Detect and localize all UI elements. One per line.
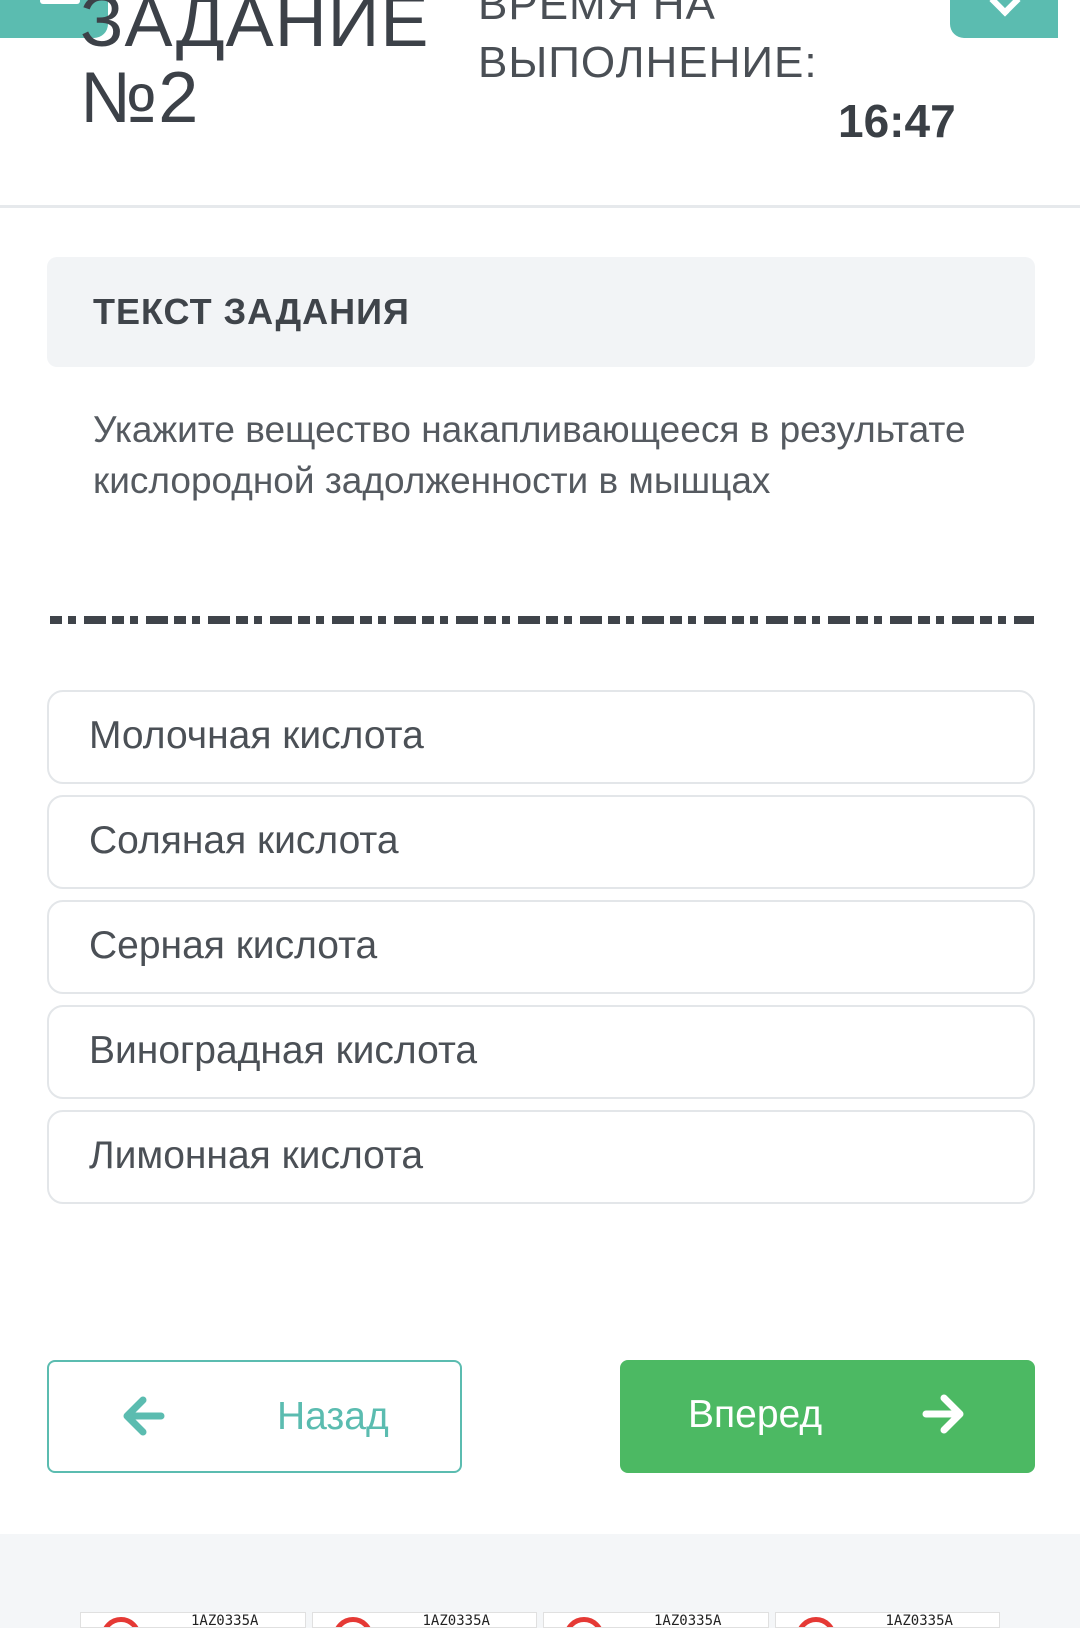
next-button-label: Вперед bbox=[688, 1393, 823, 1436]
time-label-line2: ВЫПОЛНЕНИЕ: bbox=[478, 38, 818, 87]
answer-option[interactable]: Лимонная кислота bbox=[47, 1110, 1035, 1204]
back-button[interactable]: Назад bbox=[47, 1360, 462, 1473]
task-card: ЗАДАНИЕ №2 ВРЕМЯ НА ВЫПОЛНЕНИЕ: 16:47 ТЕ… bbox=[0, 0, 1080, 1534]
task-text-section: ТЕКСТ ЗАДАНИЯ bbox=[47, 257, 1035, 367]
answer-option[interactable]: Серная кислота bbox=[47, 900, 1035, 994]
answer-option-label: Виноградная кислота bbox=[89, 1029, 478, 1072]
ad-code: 1AZ0335A bbox=[885, 1613, 953, 1628]
answer-option-label: Соляная кислота bbox=[89, 819, 399, 862]
task-title: ЗАДАНИЕ №2 bbox=[80, 0, 440, 136]
time-label: ВРЕМЯ НА ВЫПОЛНЕНИЕ: bbox=[478, 0, 858, 92]
menu-icon bbox=[40, 0, 80, 4]
ad-item[interactable]: 1AZ0335A bbox=[80, 1612, 306, 1628]
ad-code: 1AZ0335A bbox=[191, 1613, 259, 1628]
ad-logo-icon bbox=[564, 1617, 604, 1627]
ad-item[interactable]: 1AZ0335A bbox=[311, 1612, 537, 1628]
divider bbox=[50, 616, 1034, 624]
answer-option[interactable]: Молочная кислота bbox=[47, 690, 1035, 784]
ad-item[interactable]: 1AZ0335A bbox=[543, 1612, 769, 1628]
ad-item[interactable]: 1AZ0335A bbox=[774, 1612, 1000, 1628]
answer-option[interactable]: Соляная кислота bbox=[47, 795, 1035, 889]
ad-logo-icon bbox=[101, 1617, 141, 1627]
back-button-label: Назад bbox=[277, 1395, 389, 1438]
task-number: №2 bbox=[80, 58, 200, 138]
ad-banner-strip[interactable]: 1AZ0335A 1AZ0335A 1AZ0335A 1AZ0335A bbox=[80, 1612, 1000, 1628]
answer-option[interactable]: Виноградная кислота bbox=[47, 1005, 1035, 1099]
answer-option-label: Молочная кислота bbox=[89, 714, 424, 757]
question-text: Укажите вещество накапливающееся в резул… bbox=[93, 409, 966, 501]
chevron-down-icon bbox=[989, 0, 1021, 17]
next-button[interactable]: Вперед bbox=[620, 1360, 1035, 1473]
task-header: ЗАДАНИЕ №2 ВРЕМЯ НА ВЫПОЛНЕНИЕ: 16:47 bbox=[0, 0, 1080, 208]
task-text-heading: ТЕКСТ ЗАДАНИЯ bbox=[93, 291, 410, 332]
ad-logo-icon bbox=[332, 1617, 373, 1627]
ad-code: 1AZ0335A bbox=[654, 1613, 722, 1628]
time-label-line1: ВРЕМЯ НА bbox=[478, 0, 716, 29]
countdown-timer: 16:47 bbox=[838, 95, 956, 147]
task-title-line1: ЗАДАНИЕ bbox=[80, 0, 430, 62]
ad-code: 1AZ0335A bbox=[422, 1613, 490, 1628]
arrow-left-icon bbox=[123, 1396, 165, 1436]
answer-option-label: Лимонная кислота bbox=[89, 1134, 424, 1177]
arrow-right-icon bbox=[922, 1394, 964, 1434]
ad-logo-icon bbox=[795, 1617, 836, 1627]
answer-option-label: Серная кислота bbox=[89, 924, 378, 967]
finish-button[interactable] bbox=[950, 0, 1058, 38]
